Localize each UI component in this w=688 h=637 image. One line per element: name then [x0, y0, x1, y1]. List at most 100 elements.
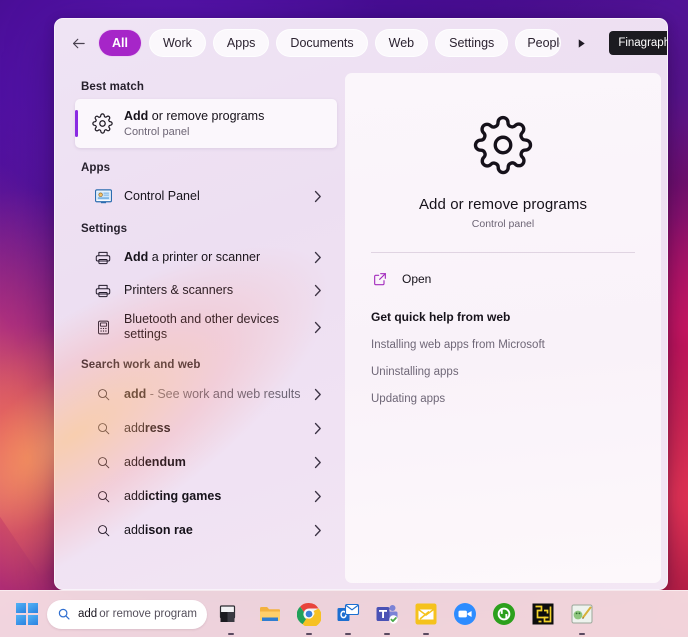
- taskbar-paint[interactable]: [567, 599, 597, 635]
- chevron-right-icon[interactable]: [311, 321, 325, 334]
- best-match-title-bold: Add: [124, 108, 149, 123]
- search-icon: [93, 486, 113, 506]
- filter-tab-all[interactable]: All: [98, 29, 142, 57]
- label-rest: Printers & scanners: [124, 283, 234, 297]
- chevron-right-icon[interactable]: [311, 456, 325, 469]
- section-header-settings: Settings: [81, 223, 128, 235]
- list-item-label: addison rae: [124, 523, 311, 538]
- search-icon: [57, 607, 71, 621]
- section-header-apps: Apps: [81, 162, 111, 174]
- chevron-right-icon[interactable]: [311, 490, 325, 503]
- running-indicator: [345, 633, 351, 635]
- suggestion-note: - See work and web results: [146, 386, 301, 401]
- search-icon: [93, 418, 113, 438]
- control-panel-icon: [93, 187, 113, 207]
- gear-icon: [89, 111, 115, 137]
- taskbar-microsoft-teams[interactable]: [372, 599, 402, 635]
- best-match-text: Add or remove programs Control panel: [124, 109, 264, 139]
- windows-logo-icon[interactable]: [16, 603, 38, 625]
- list-item-printers-scanners[interactable]: Printers & scanners: [67, 274, 337, 307]
- label-rest: a printer or scanner: [148, 250, 261, 264]
- list-item-label: addendum: [124, 455, 311, 470]
- back-arrow-icon[interactable]: [65, 30, 91, 56]
- filter-tab-web[interactable]: Web: [374, 29, 429, 57]
- filter-label: Web: [388, 36, 415, 50]
- suggestion-suffix: icting games: [144, 488, 222, 503]
- printer-icon: [93, 281, 113, 301]
- query-text: add: [124, 454, 145, 469]
- best-match-result[interactable]: Add or remove programs Control panel: [75, 99, 337, 148]
- taskbar-google-chrome[interactable]: [294, 599, 324, 635]
- printer-icon: [93, 248, 113, 268]
- chevron-right-icon[interactable]: [311, 524, 325, 537]
- list-item-add-printer[interactable]: Add a printer or scanner: [67, 241, 337, 274]
- filter-label: People: [527, 36, 560, 50]
- taskbar-task-view[interactable]: [216, 599, 246, 635]
- outlook-icon: [337, 603, 360, 621]
- maze-icon: [532, 603, 554, 625]
- suggestion-suffix: endum: [144, 454, 186, 469]
- zoom-icon: [454, 603, 476, 625]
- web-suggestion-0[interactable]: add - See work and web results: [67, 377, 337, 411]
- search-flyout: All Work Apps Documents Web Settings Peo…: [54, 18, 668, 590]
- preview-pane: Add or remove programs Control panel Ope…: [345, 73, 661, 583]
- web-suggestion-3[interactable]: addicting games: [67, 479, 337, 513]
- open-action[interactable]: Open: [369, 264, 637, 294]
- query-text: add: [124, 420, 145, 435]
- label-rest: Bluetooth and other devices settings: [124, 312, 279, 341]
- taskbar-zoom[interactable]: [450, 599, 480, 629]
- chevron-right-icon[interactable]: [311, 388, 325, 401]
- best-match-subtitle: Control panel: [124, 125, 190, 138]
- selection-accent-bar: [75, 110, 78, 137]
- help-section-header: Get quick help from web: [371, 310, 511, 324]
- filter-tab-apps[interactable]: Apps: [212, 29, 270, 57]
- list-item-control-panel[interactable]: Control Panel: [67, 180, 337, 213]
- filter-label: Apps: [226, 36, 256, 50]
- control-panel-label: Control Panel: [124, 189, 200, 203]
- search-text: add or remove programs: [78, 608, 197, 621]
- query-text: add: [124, 386, 147, 401]
- chevron-right-icon[interactable]: [311, 422, 325, 435]
- chevron-right-icon[interactable]: [311, 284, 325, 297]
- chrome-icon: [297, 602, 321, 626]
- list-item-label: Bluetooth and other devices settings: [124, 312, 311, 342]
- chevron-right-icon[interactable]: [311, 251, 325, 264]
- web-suggestion-4[interactable]: addison rae: [67, 513, 337, 547]
- filter-label: Settings: [449, 36, 495, 50]
- filter-tab-people[interactable]: People: [515, 29, 562, 57]
- filter-tab-work[interactable]: Work: [148, 29, 206, 57]
- external-link-icon: [371, 270, 389, 288]
- taskbar-file-explorer[interactable]: [255, 599, 285, 629]
- running-indicator: [384, 633, 390, 635]
- help-link-0[interactable]: Installing web apps from Microsoft: [369, 339, 637, 351]
- desktop: All Work Apps Documents Web Settings Peo…: [0, 0, 688, 637]
- running-indicator: [306, 633, 312, 635]
- help-link-2[interactable]: Updating apps: [369, 393, 637, 405]
- taskbar-yellow-mail-app[interactable]: [411, 599, 441, 635]
- search-icon: [93, 452, 113, 472]
- list-item-label: Add a printer or scanner: [124, 250, 311, 265]
- match-bold: Add: [124, 250, 149, 264]
- filter-tab-documents[interactable]: Documents: [276, 29, 368, 57]
- taskbar-outlook[interactable]: [333, 599, 363, 635]
- search-icon: [93, 520, 113, 540]
- paint-icon: [571, 604, 593, 624]
- web-suggestion-1[interactable]: address: [67, 411, 337, 445]
- search-input[interactable]: add or remove programs: [47, 599, 207, 629]
- web-suggestion-2[interactable]: addendum: [67, 445, 337, 479]
- list-item-label: add - See work and web results: [124, 387, 311, 402]
- org-badge-label: Finagraph, Inc: [618, 37, 668, 49]
- list-item-bluetooth-devices[interactable]: Bluetooth and other devices settings: [67, 307, 337, 347]
- taskbar-quickbooks[interactable]: [489, 599, 519, 629]
- chevron-right-filled-icon[interactable]: [570, 32, 592, 54]
- help-link-1[interactable]: Uninstalling apps: [369, 366, 637, 378]
- list-item-label: address: [124, 421, 311, 436]
- running-indicator: [579, 633, 585, 635]
- filter-label: Work: [162, 36, 192, 50]
- running-indicator: [423, 633, 429, 635]
- search-typed-text: add: [78, 608, 98, 620]
- filter-label: Documents: [290, 36, 354, 50]
- filter-tab-settings[interactable]: Settings: [435, 29, 509, 57]
- chevron-right-icon[interactable]: [311, 190, 325, 203]
- taskbar-maze-app[interactable]: [528, 599, 558, 629]
